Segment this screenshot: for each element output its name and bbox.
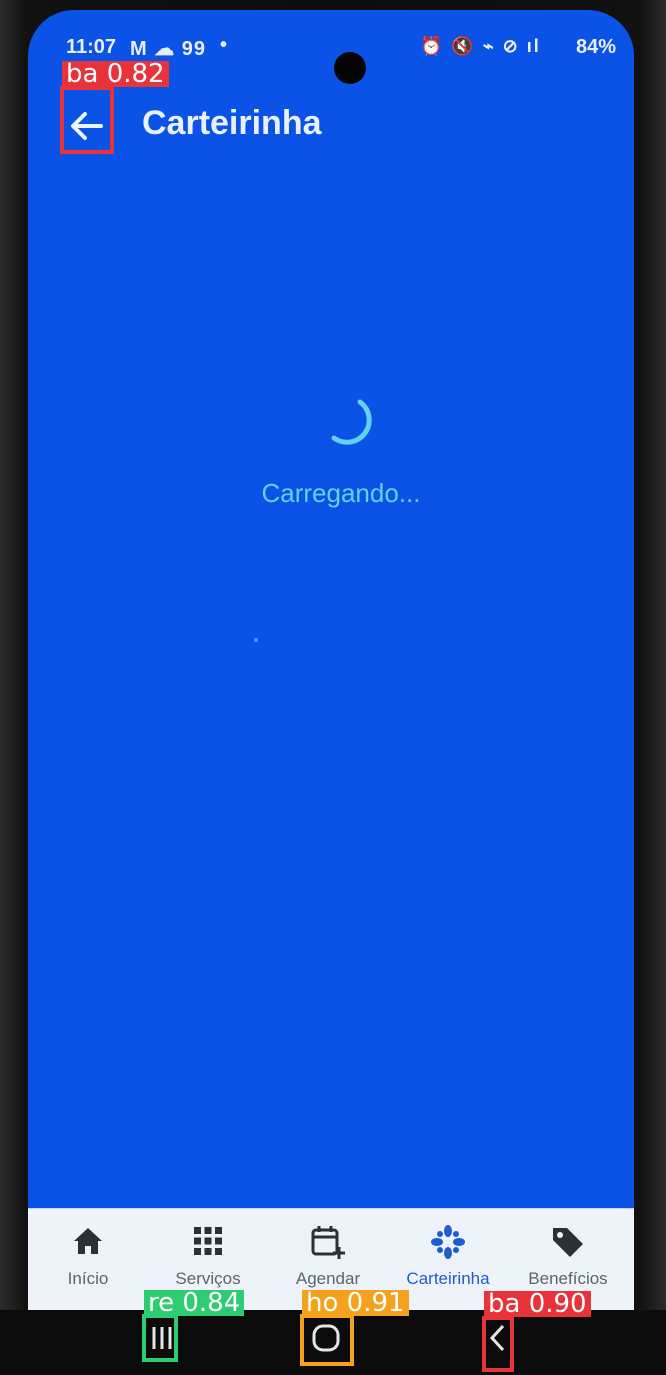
front-camera [334,52,366,84]
loading-text: Carregando... [261,478,421,508]
detection-box-home [300,1314,354,1366]
gmail-icon: M [130,38,148,60]
home-icon [28,1223,148,1263]
app-bar: Carteirinha [28,94,634,164]
status-notification-icons: M ☁ 99 [130,36,206,61]
screen-artifact [254,638,258,642]
card-icon [388,1223,508,1263]
status-time: 11:07 [66,36,117,58]
detection-box-back [60,86,114,154]
detection-label-back: ba 0.82 [62,61,169,87]
grid-icon [148,1223,268,1263]
calendar-add-icon [268,1223,388,1263]
loading-spinner-icon [320,394,378,452]
phone-frame: 11:07 M ☁ 99 • ⏰ 🔇 ⌁ ⊘ ıl 84% Carteirinh… [0,0,666,1375]
detection-box-system-back [482,1316,514,1372]
nav-label-carteirinha: Carteirinha [406,1269,490,1288]
nav-label-inicio: Início [67,1269,109,1288]
nav-label-servicos: Serviços [175,1269,241,1288]
nav-item-inicio[interactable]: Início [28,1223,148,1305]
tag-icon [508,1223,628,1263]
nav-label-beneficios: Benefícios [528,1269,608,1288]
status-dot: • [220,34,228,56]
nav-label-agendar: Agendar [295,1269,361,1288]
page-title: Carteirinha [142,104,322,142]
detection-label-system-back: ba 0.90 [484,1291,591,1317]
app-screen: 11:07 M ☁ 99 • ⏰ 🔇 ⌁ ⊘ ıl 84% Carteirinh… [28,10,634,1310]
notification-count: 99 [181,38,207,60]
cloud-icon: ☁ [154,38,176,60]
status-system-icons: ⏰ 🔇 ⌁ ⊘ ıl [420,36,541,56]
detection-label-home: ho 0.91 [302,1290,409,1316]
detection-label-recents: re 0.84 [144,1290,245,1316]
detection-box-recents [142,1314,178,1362]
battery-level: 84% [576,36,617,58]
